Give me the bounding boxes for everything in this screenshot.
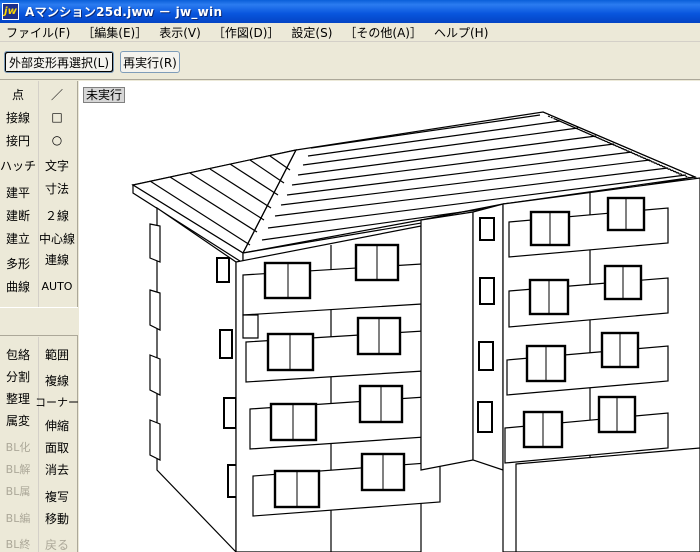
menu-bar: ファイル(F) ［編集(E)］ 表示(V) ［作図(D)］ 設定(S) ［その他… [0,23,700,42]
left-wall [149,206,243,552]
jw-app-icon[interactable]: jw [2,3,19,20]
cmd-dimension[interactable]: 寸法 [39,177,75,199]
cmd-divide[interactable]: 分割 [0,365,36,387]
cmd-hatch[interactable]: ハッチ [0,154,36,176]
cmd-double-line[interactable]: ２線 [39,204,75,226]
cmd-building-plan[interactable]: 建平 [0,181,36,203]
cmd-tangent-line[interactable]: 接線 [0,106,36,128]
cmd-envelope[interactable]: 包絡 [0,343,36,365]
menu-other[interactable]: ［その他(A)］ [338,24,428,41]
reselect-external-transform-button[interactable]: 外部変形再選択(L) [4,51,114,73]
cmd-block-create[interactable]: BL化 [0,436,36,458]
cmd-text[interactable]: 文字 [39,154,75,176]
toolbar: 外部変形再選択(L) 再実行(R) [0,43,700,80]
cmd-auto[interactable]: AUTO [39,275,75,297]
cmd-erase[interactable]: 消去 [39,458,75,480]
menu-settings[interactable]: 設定(S) [285,24,338,41]
title-bar: jw Aマンション25d.jww － jw_win [0,0,700,23]
cmd-block-explode[interactable]: BL解 [0,458,36,480]
panel-separator [0,307,78,336]
cmd-corner[interactable]: コーナー [35,391,79,413]
window-title: Aマンション25d.jww － jw_win [25,5,223,19]
building-drawing [131,111,700,552]
cmd-polygon[interactable]: 多形 [0,252,36,274]
cmd-block-attribute[interactable]: BL属 [0,480,36,502]
cmd-undo[interactable]: 戻る [39,533,75,552]
cmd-continuous-line[interactable]: 連線 [39,248,75,270]
cmd-tangent-circle[interactable]: 接円 [0,129,36,151]
cmd-building-elevation[interactable]: 建立 [0,227,36,249]
cmd-chamfer[interactable]: 面取 [39,436,75,458]
cmd-rectangle[interactable]: □ [39,106,75,128]
front-right-block [502,177,700,552]
front-left-block [235,225,441,552]
cmd-line[interactable]: ／ [39,83,75,105]
cmd-range[interactable]: 範囲 [39,343,75,365]
command-panel: 点 接線 接円 ハッチ 建平 建断 建立 多形 曲線 ／ □ ○ 文字 寸法 ２… [0,81,79,552]
cmd-point[interactable]: 点 [0,83,36,105]
menu-view[interactable]: 表示(V) [153,24,207,41]
cmd-curve[interactable]: 曲線 [0,275,36,297]
drawing-canvas[interactable]: 未実行 [79,81,700,552]
cmd-copy[interactable]: 複写 [39,485,75,507]
building-recess [420,203,504,471]
menu-edit[interactable]: ［編集(E)］ [76,24,153,41]
cmd-circle[interactable]: ○ [39,129,75,151]
cmd-attribute-change[interactable]: 属変 [0,409,36,431]
cmd-block-end[interactable]: BL終 [0,533,36,552]
menu-help[interactable]: ヘルプ(H) [428,24,494,41]
cmd-building-section[interactable]: 建断 [0,204,36,226]
cmd-offset-line[interactable]: 複線 [39,369,75,391]
cmd-block-edit[interactable]: BL編 [0,507,36,529]
menu-draw[interactable]: ［作図(D)］ [207,24,286,41]
rerun-button[interactable]: 再実行(R) [120,51,180,73]
cmd-extend[interactable]: 伸縮 [39,414,75,436]
cmd-move[interactable]: 移動 [39,507,75,529]
cmd-organize[interactable]: 整理 [0,387,36,409]
cmd-center-line[interactable]: 中心線 [39,227,75,249]
menu-file[interactable]: ファイル(F) [0,24,76,41]
